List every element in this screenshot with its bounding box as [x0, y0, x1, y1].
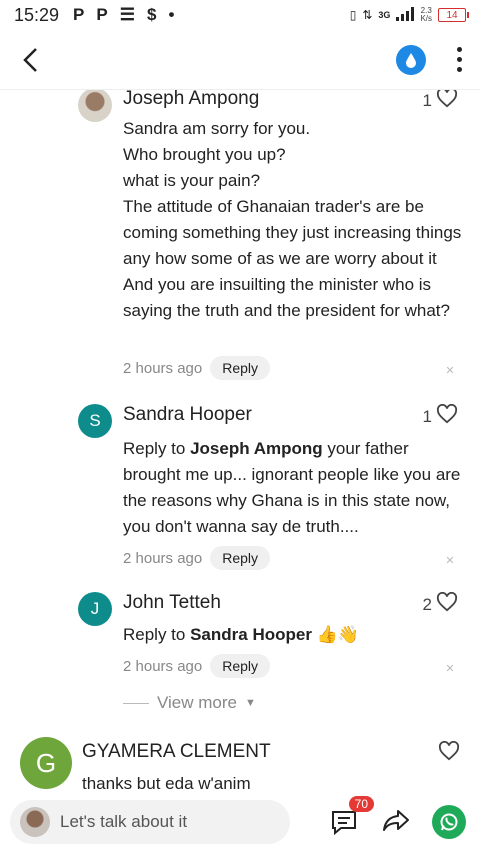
- data-arrows-icon: ⇅: [362, 8, 373, 22]
- comment-meta: 2 hours ago Reply: [123, 356, 271, 380]
- comment-text: Reply to Sandra Hooper 👍👋: [123, 625, 360, 644]
- dollar-icon: $: [146, 5, 157, 24]
- comments-icon[interactable]: 70: [328, 796, 374, 838]
- close-icon[interactable]: ✕: [444, 554, 456, 567]
- comment-author[interactable]: Sandra Hooper: [123, 404, 252, 426]
- whatsapp-icon[interactable]: [432, 805, 466, 839]
- battery-level: 14: [446, 9, 458, 21]
- comment-author[interactable]: Joseph Ampong: [123, 90, 259, 110]
- comment-text: thanks but eda w'anim: [82, 774, 251, 790]
- view-more-link[interactable]: View more ▼: [123, 693, 256, 713]
- network-type: 3G: [378, 10, 391, 20]
- divider: [123, 702, 149, 704]
- parking-p-icon-2: P: [96, 5, 108, 24]
- status-bar: 15:29 P P ☰ $ • ▯ ⇅ 3G 2.3 K/s 14: [0, 0, 480, 30]
- heart-icon[interactable]: [436, 403, 458, 429]
- comment-text: Sandra am sorry for you. Who brought you…: [123, 119, 462, 320]
- like-count: 1: [422, 406, 432, 426]
- reply-button[interactable]: Reply: [210, 356, 271, 380]
- comment-thread: Joseph Ampong 1 Sandra am sorry for you.…: [0, 90, 480, 790]
- mention-link[interactable]: Joseph Ampong: [190, 439, 323, 458]
- reply-button[interactable]: Reply: [210, 654, 271, 678]
- comment-time: 2 hours ago: [123, 549, 203, 567]
- heart-icon[interactable]: [436, 90, 458, 113]
- more-options-icon[interactable]: [454, 47, 464, 72]
- bottom-bar: Let's talk about it 70: [0, 790, 480, 854]
- dot-icon: •: [168, 5, 175, 24]
- comment-author[interactable]: John Tetteh: [123, 592, 221, 614]
- like-control[interactable]: 1: [423, 90, 458, 113]
- mention-link[interactable]: Sandra Hooper: [190, 625, 312, 644]
- heart-icon[interactable]: [436, 591, 458, 617]
- signal-icon: [396, 6, 415, 24]
- parking-p-icon: P: [73, 5, 85, 24]
- battery-icon: 14: [438, 8, 469, 22]
- like-control[interactable]: 1: [422, 403, 458, 429]
- status-time: 15:29: [14, 4, 60, 25]
- comment-author[interactable]: GYAMERA CLEMENT: [82, 741, 271, 763]
- app-bar: [0, 30, 480, 90]
- like-control[interactable]: 2: [422, 591, 458, 617]
- comment-input[interactable]: Let's talk about it: [10, 800, 290, 844]
- comment-count-badge: 70: [348, 796, 374, 812]
- comment-time: 2 hours ago: [123, 359, 203, 377]
- comment-meta: 2 hours ago Reply: [123, 654, 271, 678]
- avatar-letter: J: [78, 592, 112, 626]
- avatar-letter: G: [20, 737, 72, 789]
- notification-icons: P P ☰ $ •: [73, 5, 174, 25]
- like-count: 2: [422, 594, 432, 614]
- like-count: 1: [422, 90, 432, 110]
- system-icons: ▯ ⇅ 3G 2.3 K/s 14: [349, 6, 469, 24]
- action-icons: 70: [328, 796, 470, 839]
- avatar-photo: [78, 90, 112, 122]
- comment-placeholder: Let's talk about it: [60, 812, 188, 831]
- comment-meta: 2 hours ago Reply: [123, 546, 271, 570]
- water-drop-icon[interactable]: [396, 44, 426, 75]
- vibrate-icon: ▯: [349, 8, 357, 22]
- comment-text: Reply to Joseph Ampong your father broug…: [123, 439, 461, 536]
- caret-down-icon: ▼: [245, 697, 256, 709]
- reply-button[interactable]: Reply: [210, 546, 271, 570]
- close-icon[interactable]: ✕: [444, 364, 456, 377]
- user-avatar: [20, 807, 50, 837]
- close-icon[interactable]: ✕: [444, 662, 456, 675]
- back-arrow-icon[interactable]: [16, 46, 44, 74]
- share-icon[interactable]: [382, 808, 410, 837]
- heart-icon[interactable]: [438, 741, 460, 761]
- avatar-letter: S: [78, 404, 112, 438]
- comment-time: 2 hours ago: [123, 657, 203, 675]
- message-icon: ☰: [119, 5, 135, 24]
- net-speed: 2.3 K/s: [420, 6, 432, 23]
